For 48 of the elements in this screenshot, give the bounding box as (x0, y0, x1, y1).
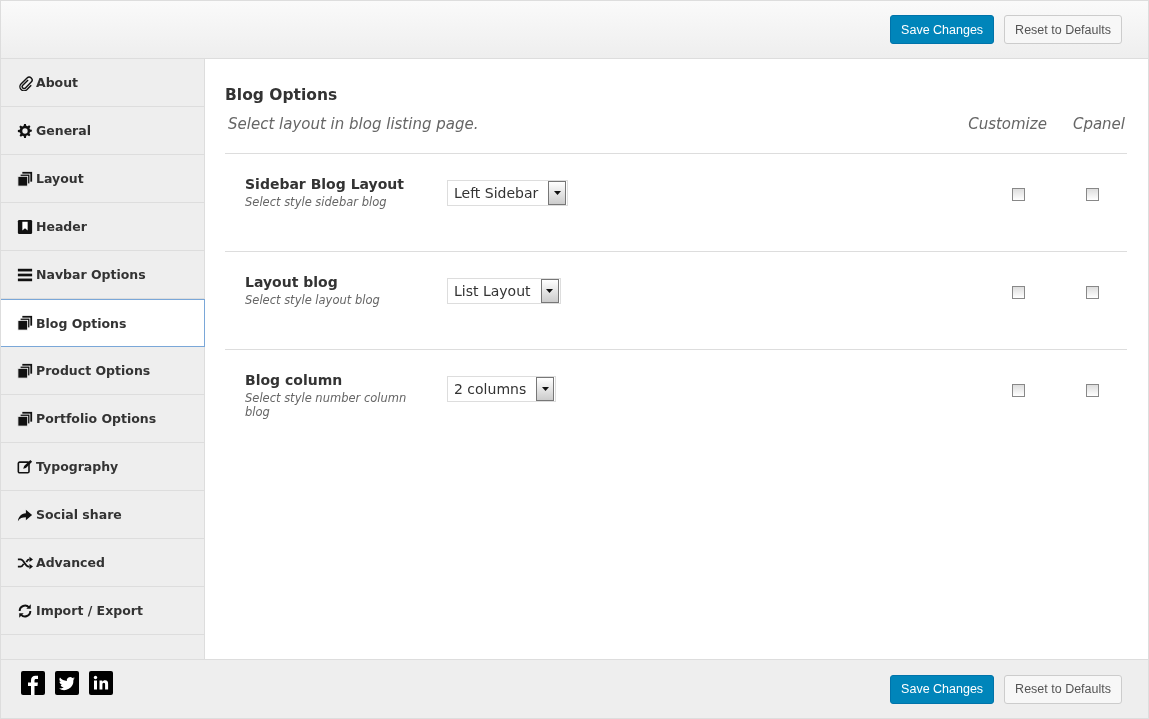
paperclip-icon (17, 74, 33, 91)
section-description: Select layout in blog listing page. (228, 115, 480, 133)
copy-icon (17, 170, 33, 187)
refresh-icon (17, 602, 33, 619)
option-label: Blog column (245, 372, 343, 388)
checkbox[interactable] (1012, 384, 1025, 397)
option-hint: Select style sidebar blog (245, 195, 388, 209)
save-button[interactable]: Save Changes (890, 674, 995, 704)
checkbox[interactable] (1012, 188, 1025, 201)
sidebar-item[interactable]: Product Options (1, 347, 204, 395)
sidebar-item[interactable]: Layout (1, 155, 204, 203)
sidebar-item[interactable]: Blog Options (1, 299, 205, 347)
sidebar-item[interactable]: General (1, 107, 204, 155)
sidebar-item[interactable]: About (1, 59, 204, 107)
shuffle-icon (17, 554, 33, 571)
checkbox[interactable] (1012, 286, 1025, 299)
twitter-icon[interactable] (55, 671, 79, 695)
sidebar-item[interactable]: Social share (1, 491, 204, 539)
reset-button[interactable]: Reset to Defaults (1004, 674, 1122, 704)
menu-icon (17, 266, 33, 283)
copy-icon (17, 362, 33, 379)
checkbox[interactable] (1086, 384, 1099, 397)
checkbox[interactable] (1086, 188, 1099, 201)
sidebar-item[interactable]: Import / Export (1, 587, 204, 635)
sidebar-item[interactable]: Typography (1, 443, 204, 491)
checkbox[interactable] (1086, 286, 1099, 299)
sidebar-item[interactable]: Advanced (1, 539, 204, 587)
sidebar-item[interactable]: Portfolio Options (1, 395, 204, 443)
facebook-icon[interactable] (21, 671, 45, 695)
option-hint: Select style layout blog (245, 293, 381, 307)
gear-icon (17, 122, 33, 139)
sidebar-item[interactable]: Header (1, 203, 204, 251)
reset-button[interactable]: Reset to Defaults (1004, 15, 1122, 44)
column-header: Cpanel (1072, 115, 1125, 133)
copy-icon (17, 410, 33, 427)
copy-icon (17, 315, 33, 331)
linkedin-icon[interactable] (89, 671, 113, 695)
option-label: Sidebar Blog Layout (245, 176, 404, 192)
option-hint: Select style number column blog (245, 391, 408, 419)
column-header: Customize (968, 115, 1047, 133)
bookmark-icon (17, 218, 33, 235)
dropdown[interactable]: Left Sidebar (447, 180, 569, 206)
option-label: Layout blog (245, 274, 338, 290)
save-button[interactable]: Save Changes (890, 15, 995, 44)
dropdown[interactable]: List Layout (447, 278, 561, 304)
section-title: Blog Options (225, 86, 338, 104)
dropdown[interactable]: 2 columns (447, 376, 557, 402)
edit-icon (17, 458, 33, 475)
